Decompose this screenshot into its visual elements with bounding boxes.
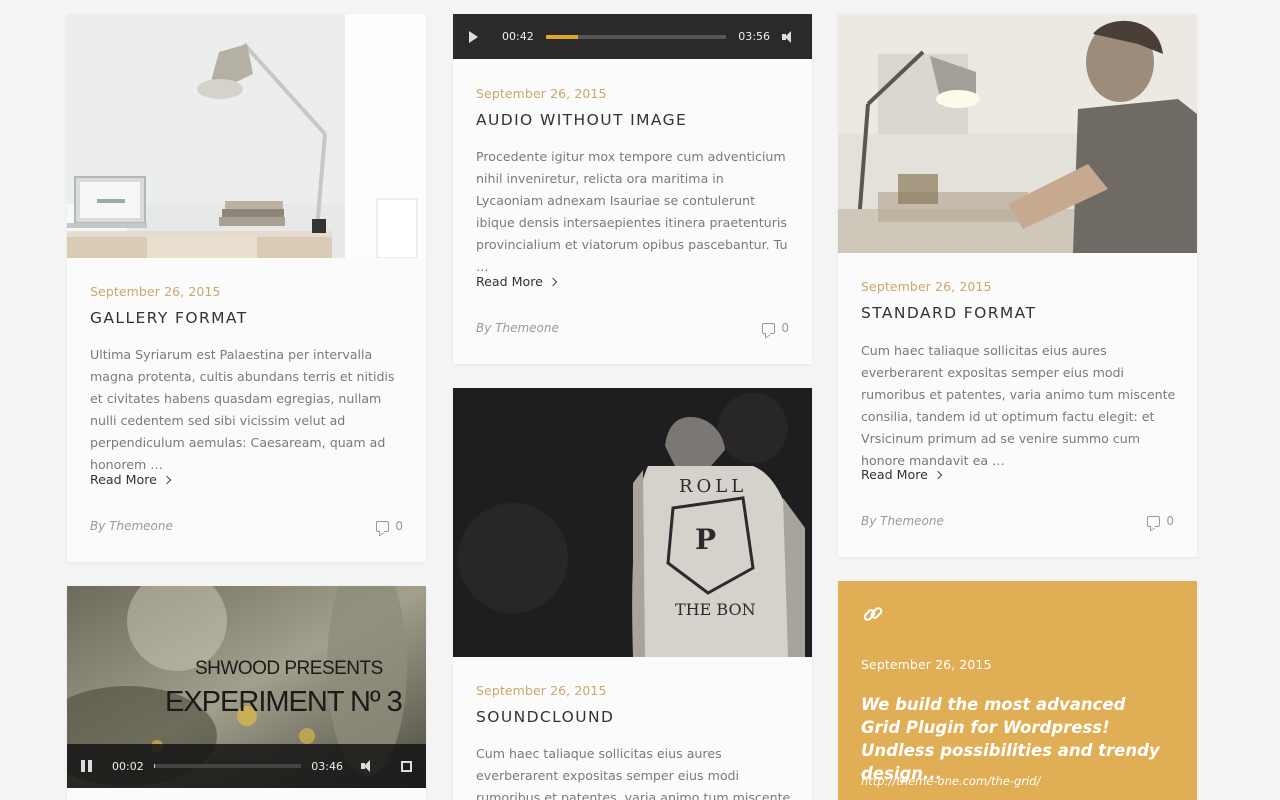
audio-progress-bar[interactable] [545,34,727,39]
gallery-post-meta: By Themeone 0 [90,519,403,533]
standard-read-more-link[interactable]: Read More [861,467,943,482]
soundcloud-post-card: ROLL P THE BON September 26, 2015 SOUNDC… [453,388,812,800]
standard-post-date: September 26, 2015 [861,279,992,294]
chevron-right-icon [162,475,172,484]
shirt-text-middle: P [695,523,717,556]
video-progress-fill [153,764,156,768]
shirt-text-bottom: THE BON [675,600,756,619]
audio-post-date: September 26, 2015 [476,86,607,101]
link-post-url[interactable]: http://theme-one.com/the-grid/ [861,774,1040,788]
audio-post-card: 00:42 03:56 September 26, 2015 AUDIO WIT… [453,14,812,364]
read-more-label: Read More [861,467,928,482]
standard-post-image[interactable] [838,14,1197,253]
comments-link[interactable]: 0 [762,321,789,335]
play-icon[interactable] [469,30,478,43]
soundcloud-post-title[interactable]: SOUNDCLOUND [476,708,614,726]
read-more-label: Read More [90,472,157,487]
standard-post-title[interactable]: STANDARD FORMAT [861,304,1036,322]
link-icon [862,603,884,625]
audio-current-time: 00:42 [502,30,534,43]
audio-read-more-link[interactable]: Read More [476,274,558,289]
gallery-post-image[interactable] [67,14,426,258]
pause-icon[interactable] [81,760,92,772]
gallery-post-excerpt: Ultima Syriarum est Palaestina per inter… [90,347,395,472]
video-post-card: SHWOOD PRESENTS EXPERIMENT Nº 3 00:02 03… [67,586,426,800]
gallery-post-title[interactable]: GALLERY FORMAT [90,309,248,327]
audio-post-excerpt: Procedente igitur mox tempore cum advent… [476,149,788,274]
standard-post-card: September 26, 2015 STANDARD FORMAT Cum h… [838,14,1197,557]
comments-link[interactable]: 0 [376,519,403,533]
audio-duration: 03:56 [738,30,770,43]
chevron-right-icon [548,277,558,286]
author-link[interactable]: By Themeone [90,519,173,533]
audio-player: 00:42 03:56 [453,14,812,59]
fullscreen-icon[interactable] [401,760,412,772]
comment-icon [376,520,390,532]
gallery-post-date: September 26, 2015 [90,284,221,299]
link-post-date: September 26, 2015 [861,657,992,672]
standard-post-excerpt: Cum haec taliaque sollicitas eius aures … [861,343,1176,468]
comment-icon [1147,515,1161,527]
gallery-read-more-link[interactable]: Read More [90,472,172,487]
author-link[interactable]: By Themeone [476,321,559,335]
soundcloud-post-excerpt: Cum haec taliaque sollicitas eius aures … [476,746,791,800]
video-overlay-title-2: EXPERIMENT Nº 3 [165,686,403,718]
comment-count: 0 [781,321,789,335]
audio-post-title[interactable]: AUDIO WITHOUT IMAGE [476,111,687,129]
volume-icon[interactable] [782,30,796,43]
video-current-time: 00:02 [112,759,144,773]
audio-post-meta: By Themeone 0 [476,321,789,335]
soundcloud-post-date: September 26, 2015 [476,683,607,698]
audio-progress-fill [545,34,579,39]
link-post-quote[interactable]: We build the most advanced Grid Plugin f… [861,693,1161,785]
video-duration: 03:46 [311,759,343,773]
chevron-right-icon [933,470,943,479]
link-post-card: September 26, 2015 We build the most adv… [838,581,1197,800]
comment-count: 0 [1166,514,1174,528]
soundcloud-post-image[interactable]: ROLL P THE BON [453,388,812,657]
shirt-text-top: ROLL [679,476,748,497]
gallery-post-card: September 26, 2015 GALLERY FORMAT Ultima… [67,14,426,562]
volume-icon[interactable] [361,760,375,772]
comment-count: 0 [395,519,403,533]
comments-link[interactable]: 0 [1147,514,1174,528]
comment-icon [762,322,776,334]
video-controls: 00:02 03:46 [67,744,426,788]
read-more-label: Read More [476,274,543,289]
standard-post-meta: By Themeone 0 [861,514,1174,528]
video-progress-bar[interactable] [153,764,302,768]
author-link[interactable]: By Themeone [861,514,944,528]
video-overlay-title-1: SHWOOD PRESENTS [195,658,383,679]
